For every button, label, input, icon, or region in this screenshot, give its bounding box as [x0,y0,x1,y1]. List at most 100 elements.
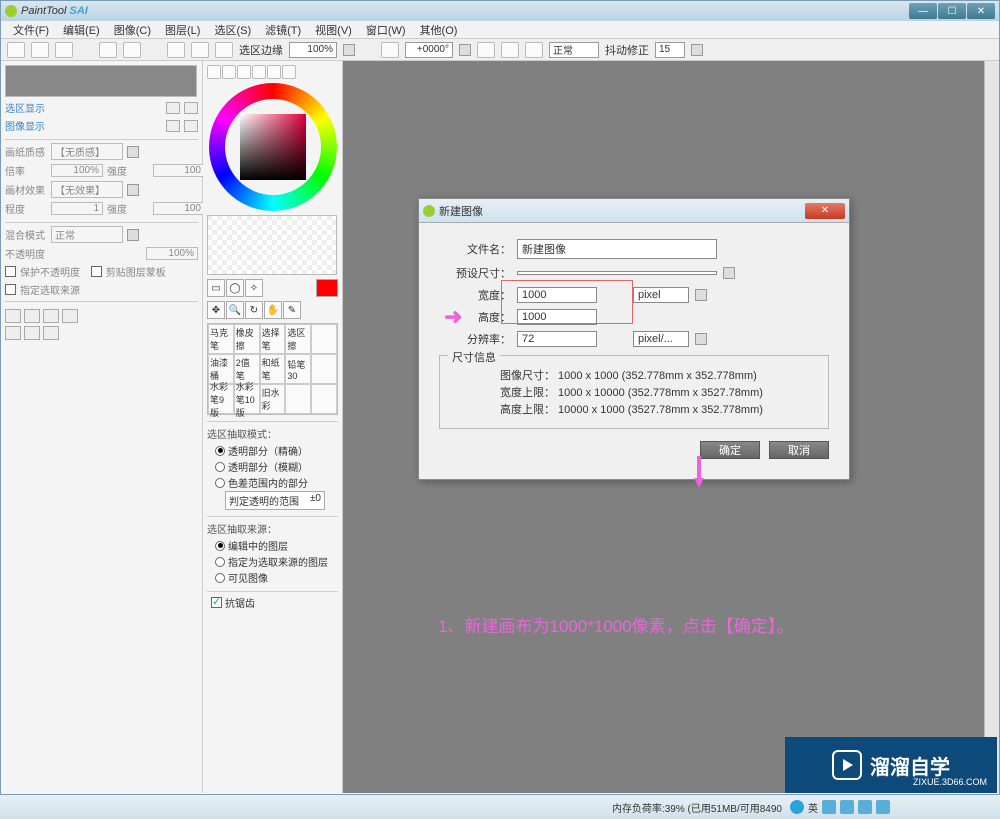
color-wheel[interactable] [209,83,337,211]
layer-mask-icon[interactable] [43,309,59,323]
menu-other[interactable]: 其他(O) [414,21,464,39]
tb-desel-icon[interactable] [167,42,185,58]
brush-empty-4[interactable] [311,384,337,414]
selsrc-checkbox[interactable] [5,284,16,295]
clip-checkbox[interactable] [91,266,102,277]
filename-input[interactable]: 新建图像 [517,239,717,259]
brush-washi[interactable]: 和纸笔 [260,354,286,384]
sel-src-radio-2[interactable] [215,557,225,567]
brushfx-drop-icon[interactable] [127,184,139,196]
sel-src-radio-3[interactable] [215,573,225,583]
sel-mode-radio-3[interactable] [215,478,225,488]
scrollbar-vertical[interactable] [984,61,999,793]
tool-picker-icon[interactable]: ✎ [283,301,301,319]
palette-tab-4[interactable] [252,65,266,79]
status-ico-3[interactable] [858,800,872,814]
strength2-value[interactable]: 100 [153,202,205,215]
protect-checkbox[interactable] [5,266,16,277]
palette-tab-2[interactable] [222,65,236,79]
close-button[interactable]: ✕ [967,3,995,19]
brushfx-value[interactable]: 【无效果】 [51,181,123,198]
tb-new-icon[interactable] [7,42,25,58]
paper-value[interactable]: 【无质感】 [51,143,123,160]
judge-select[interactable]: 判定透明的范围±0 [225,491,325,510]
menu-image[interactable]: 图像(C) [108,21,157,39]
tb-save-icon[interactable] [55,42,73,58]
nav-box-2[interactable] [184,102,198,114]
antialias-checkbox[interactable] [211,597,222,608]
brush-marker[interactable]: 马克笔 [208,324,234,354]
tb-open-icon[interactable] [31,42,49,58]
tool-rect-sel-icon[interactable]: ▭ [207,279,225,297]
tb-redo-icon[interactable] [123,42,141,58]
blend-value[interactable]: 正常 [51,226,123,243]
palette-tab-6[interactable] [282,65,296,79]
nav-box-3[interactable] [166,120,180,132]
status-ico-4[interactable] [876,800,890,814]
sel-border-drop-icon[interactable] [343,44,355,56]
status-globe-icon[interactable] [790,800,804,814]
brush-water10[interactable]: 水彩笔10版 [234,384,260,414]
menu-view[interactable]: 视图(V) [309,21,358,39]
menu-window[interactable]: 窗口(W) [360,21,412,39]
brush-empty-3[interactable] [285,384,311,414]
tool-lasso-icon[interactable]: ◯ [226,279,244,297]
menu-file[interactable]: 文件(F) [7,21,55,39]
sel-border-value[interactable]: 100% [289,42,337,58]
tool-wand-icon[interactable]: ✧ [245,279,263,297]
tool-move-icon[interactable]: ✥ [207,301,225,319]
preset-drop-icon[interactable] [723,267,735,279]
layer-dup-icon[interactable] [43,326,59,340]
brush-selpen[interactable]: 选择笔 [260,324,286,354]
layer-group-icon[interactable] [24,309,40,323]
ok-button[interactable]: 确定 [700,441,760,459]
tool-rotate-icon[interactable]: ↻ [245,301,263,319]
layer-del-icon[interactable] [5,326,21,340]
minimize-button[interactable]: — [909,3,937,19]
tb-zoom-fit-icon[interactable] [381,42,399,58]
cancel-button[interactable]: 取消 [769,441,829,459]
brush-empty-2[interactable] [311,354,337,384]
blend-mode-drop[interactable]: 正常 [549,42,599,58]
tb-show-sel-icon[interactable] [215,42,233,58]
opacity-value[interactable]: 100% [146,247,198,260]
res-input[interactable]: 72 [517,331,597,347]
palette-tab-1[interactable] [207,65,221,79]
brush-seleraser[interactable]: 选区擦 [285,324,311,354]
unit2-select[interactable]: pixel/... [633,331,689,347]
layer-clear-icon[interactable] [24,326,40,340]
degree-value[interactable]: 1 [51,202,103,215]
stabilizer-value[interactable]: 15 [655,42,685,58]
brush-water9[interactable]: 水彩笔9版 [208,384,234,414]
preset-input[interactable] [517,271,717,275]
unit1-drop-icon[interactable] [695,289,707,301]
zoom-value[interactable]: 100% [51,164,103,177]
menu-selection[interactable]: 选区(S) [208,21,257,39]
blend-drop-icon[interactable] [127,229,139,241]
sel-src-radio-1[interactable] [215,541,225,551]
status-ico-1[interactable] [822,800,836,814]
unit1-select[interactable]: pixel [633,287,689,303]
layer-new-icon[interactable] [5,309,21,323]
foreground-color[interactable] [316,279,338,297]
maximize-button[interactable]: ☐ [938,3,966,19]
angle-drop-icon[interactable] [459,44,471,56]
brush-pencil30[interactable]: 铅笔30 [285,354,311,384]
palette-tab-5[interactable] [267,65,281,79]
brush-empty-1[interactable] [311,324,337,354]
tb-rot-r-icon[interactable] [501,42,519,58]
paper-drop-icon[interactable] [127,146,139,158]
dialog-close-button[interactable]: ✕ [805,203,845,219]
tool-zoom-icon[interactable]: 🔍 [226,301,244,319]
tb-undo-icon[interactable] [99,42,117,58]
status-ime[interactable]: 英 [808,800,818,815]
status-ico-2[interactable] [840,800,854,814]
unit2-drop-icon[interactable] [695,333,707,345]
menu-edit[interactable]: 编辑(E) [57,21,106,39]
tb-rot-l-icon[interactable] [477,42,495,58]
menu-filter[interactable]: 滤镜(T) [259,21,307,39]
stabilizer-drop-icon[interactable] [691,44,703,56]
brush-eraser[interactable]: 橡皮擦 [234,324,260,354]
palette-tab-3[interactable] [237,65,251,79]
tool-hand-icon[interactable]: ✋ [264,301,282,319]
